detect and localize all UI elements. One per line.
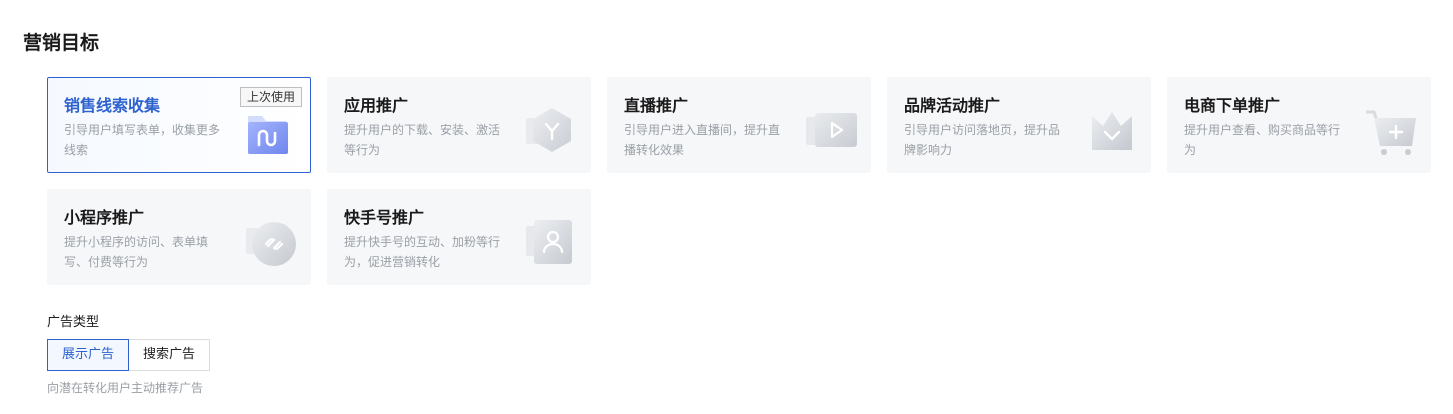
goal-card-title: 快手号推广 bbox=[344, 208, 425, 227]
account-profile-icon bbox=[526, 216, 578, 268]
goal-card-desc: 引导用户进入直播间，提升直播转化效果 bbox=[624, 123, 781, 157]
brand-crown-icon bbox=[1086, 104, 1138, 156]
goal-card-live-promotion[interactable]: 直播推广 引导用户进入直播间，提升直播转化效果 bbox=[607, 77, 871, 173]
goal-card-title: 小程序推广 bbox=[64, 208, 145, 227]
search-ad-option[interactable]: 搜索广告 bbox=[129, 339, 211, 371]
folder-form-icon bbox=[246, 104, 298, 156]
goal-card-title: 应用推广 bbox=[344, 96, 409, 115]
goal-card-title: 品牌活动推广 bbox=[904, 96, 1001, 115]
page-title: 营销目标 bbox=[23, 32, 100, 54]
ad-type-label: 广告类型 bbox=[47, 315, 100, 330]
goal-card-desc: 提升小程序的访问、表单填写、付费等行为 bbox=[64, 235, 209, 269]
goal-card-mini-program[interactable]: 小程序推广 提升小程序的访问、表单填写、付费等行为 bbox=[47, 189, 311, 285]
shopping-cart-icon bbox=[1366, 104, 1418, 156]
goal-card-kuaishou-account[interactable]: 快手号推广 提升快手号的互动、加粉等行为，促进营销转化 bbox=[327, 189, 591, 285]
goal-card-title: 直播推广 bbox=[624, 96, 689, 115]
goal-card-desc: 引导用户访问落地页，提升品牌影响力 bbox=[904, 123, 1061, 157]
app-hexagon-icon bbox=[526, 104, 578, 156]
goal-card-brand-promotion[interactable]: 品牌活动推广 引导用户访问落地页，提升品牌影响力 bbox=[887, 77, 1151, 173]
goal-card-ecommerce-promotion[interactable]: 电商下单推广 提升用户查看、购买商品等行为 bbox=[1167, 77, 1431, 173]
goal-card-desc: 引导用户填写表单，收集更多线索 bbox=[64, 123, 221, 157]
goal-card-desc: 提升用户查看、购买商品等行为 bbox=[1184, 123, 1341, 157]
goal-card-desc: 提升用户的下载、安装、激活等行为 bbox=[344, 123, 501, 157]
display-ad-option[interactable]: 展示广告 bbox=[47, 339, 130, 371]
mini-program-icon bbox=[246, 216, 298, 268]
ad-type-selector: 展示广告 搜索广告 bbox=[47, 339, 211, 371]
goal-card-desc: 提升快手号的互动、加粉等行为，促进营销转化 bbox=[344, 235, 501, 269]
goal-card-title: 销售线索收集 bbox=[64, 96, 161, 115]
goal-card-lead-collection[interactable]: 销售线索收集 引导用户填写表单，收集更多线索 上次使用 bbox=[47, 77, 311, 173]
live-play-icon bbox=[806, 104, 858, 156]
goal-card-title: 电商下单推广 bbox=[1184, 96, 1281, 115]
ad-type-hint: 向潜在转化用户主动推荐广告 bbox=[47, 381, 204, 395]
goal-card-app-promotion[interactable]: 应用推广 提升用户的下载、安装、激活等行为 bbox=[327, 77, 591, 173]
